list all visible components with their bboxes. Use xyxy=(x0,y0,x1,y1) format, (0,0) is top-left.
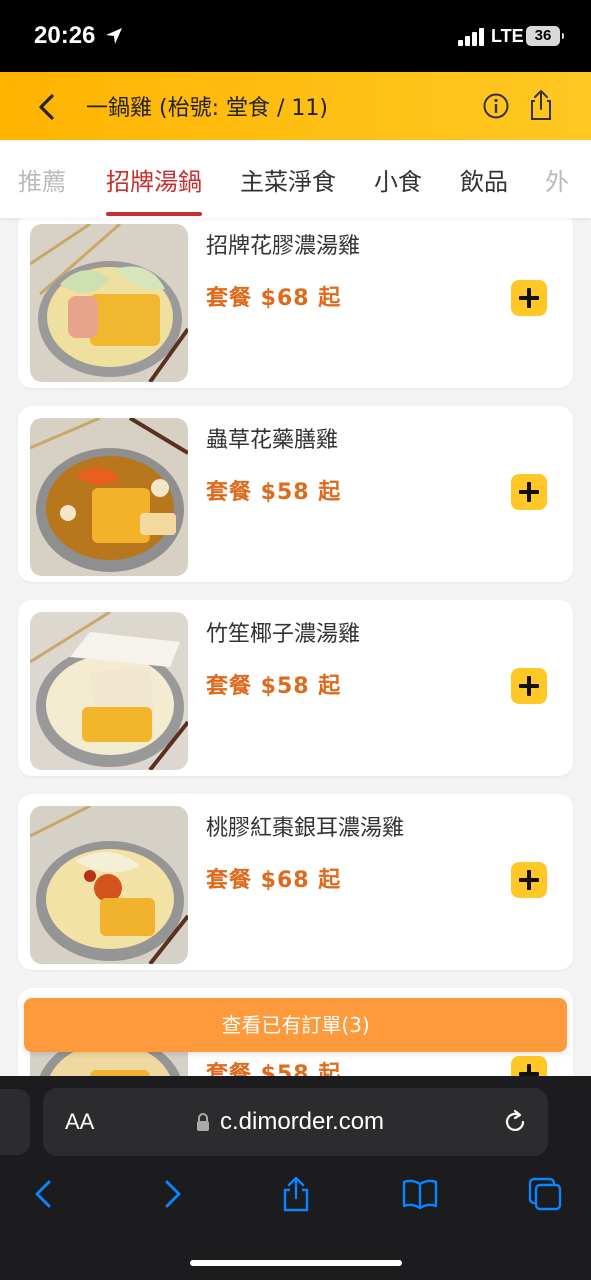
menu-item-card[interactable]: 招牌花膠濃湯雞 套餐 $68 起 xyxy=(18,218,573,388)
tab-signature-hotpot[interactable]: 招牌湯鍋 xyxy=(106,162,202,216)
bookmarks-icon[interactable] xyxy=(402,1176,438,1212)
active-tab-underline xyxy=(106,212,202,216)
tab-label: 招牌湯鍋 xyxy=(106,168,202,196)
tab-recommended[interactable]: 推薦 xyxy=(18,162,66,197)
browser-back-icon[interactable] xyxy=(26,1176,62,1212)
add-to-cart-button[interactable] xyxy=(511,474,547,510)
location-arrow-icon xyxy=(106,28,122,44)
dish-photo xyxy=(30,224,188,382)
dish-name: 桃膠紅棗銀耳濃湯雞 xyxy=(206,816,405,841)
status-time: 20:26 xyxy=(34,22,96,49)
tab-main-dishes[interactable]: 主菜淨食 xyxy=(240,162,336,197)
page-title: 一鍋雞 (枱號: 堂食 / 11) xyxy=(86,96,328,121)
view-orders-button[interactable]: 查看已有訂單(3) xyxy=(24,998,567,1052)
cellular-signal-icon xyxy=(458,28,486,46)
menu-item-card[interactable]: 蟲草花藥膳雞 套餐 $58 起 xyxy=(18,406,573,582)
address-bar[interactable]: AA c.dimorder.com xyxy=(43,1088,548,1156)
share-sheet-icon[interactable] xyxy=(278,1176,314,1212)
info-icon[interactable] xyxy=(482,92,510,120)
tab-takeaway[interactable]: 外 xyxy=(545,162,569,197)
reload-icon[interactable] xyxy=(501,1108,529,1136)
home-indicator xyxy=(190,1260,402,1266)
menu-item-card[interactable]: 竹笙椰子濃湯雞 套餐 $58 起 xyxy=(18,600,573,776)
dish-name: 招牌花膠濃湯雞 xyxy=(206,234,361,259)
battery-icon: 36 xyxy=(526,26,564,46)
add-to-cart-button[interactable] xyxy=(511,280,547,316)
add-to-cart-button[interactable] xyxy=(511,1056,547,1078)
dish-price: 套餐 $58 起 xyxy=(206,480,342,505)
add-to-cart-button[interactable] xyxy=(511,668,547,704)
reader-settings-button[interactable]: AA xyxy=(65,1109,94,1135)
back-chevron-icon[interactable] xyxy=(32,92,62,122)
dish-price: 套餐 $68 起 xyxy=(206,868,342,893)
dish-photo xyxy=(30,612,188,770)
tabs-overview-icon[interactable] xyxy=(527,1176,563,1212)
menu-list: 招牌花膠濃湯雞 套餐 $68 起 蟲草花藥膳雞 套餐 $58 起 竹笙椰子濃湯雞… xyxy=(0,218,591,1078)
dish-price: 套餐 $68 起 xyxy=(206,286,342,311)
network-type: LTE xyxy=(491,26,524,46)
tab-snacks[interactable]: 小食 xyxy=(374,162,422,197)
dish-price: 套餐 $58 起 xyxy=(206,1062,342,1078)
dish-photo xyxy=(30,806,188,964)
dish-name: 蟲草花藥膳雞 xyxy=(206,428,339,453)
share-icon[interactable] xyxy=(526,89,556,121)
browser-toolbar: AA c.dimorder.com xyxy=(0,1076,591,1280)
url-text: c.dimorder.com xyxy=(220,1108,385,1135)
dish-name: 竹笙椰子濃湯雞 xyxy=(206,622,361,647)
dish-photo xyxy=(30,418,188,576)
tab-drinks[interactable]: 飲品 xyxy=(460,162,508,197)
app-header: 一鍋雞 (枱號: 堂食 / 11) xyxy=(0,72,591,140)
category-tabs: 推薦 招牌湯鍋 主菜淨食 小食 飲品 外 xyxy=(0,140,591,218)
status-bar: 20:26 LTE 36 xyxy=(0,0,591,72)
add-to-cart-button[interactable] xyxy=(511,862,547,898)
menu-item-card[interactable]: 桃膠紅棗銀耳濃湯雞 套餐 $68 起 xyxy=(18,794,573,970)
previous-tab-peek[interactable] xyxy=(0,1089,30,1155)
lock-icon xyxy=(197,1113,209,1131)
browser-forward-icon[interactable] xyxy=(154,1176,190,1212)
dish-price: 套餐 $58 起 xyxy=(206,674,342,699)
